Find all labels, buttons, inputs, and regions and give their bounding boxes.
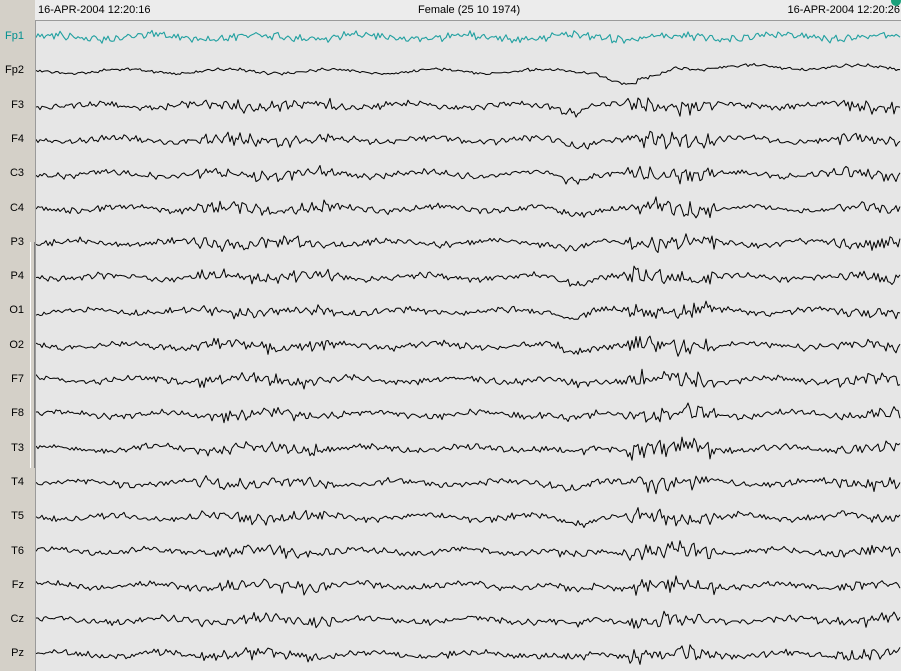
- start-time: 16-APR-2004 12:20:16: [38, 4, 151, 16]
- channel-label-t6[interactable]: T6: [0, 544, 24, 558]
- trace-f7: [36, 368, 901, 390]
- trace-pz: [36, 644, 901, 665]
- trace-t6: [36, 540, 901, 561]
- trace-f4: [36, 130, 901, 150]
- trace-p3: [36, 233, 901, 253]
- trace-fp2: [36, 63, 901, 85]
- channel-label-p4[interactable]: P4: [0, 269, 24, 283]
- trace-o1: [36, 300, 901, 320]
- channel-label-fp1[interactable]: Fp1: [0, 29, 24, 43]
- channel-label-pz[interactable]: Pz: [0, 646, 24, 660]
- channel-label-f3[interactable]: F3: [0, 98, 24, 112]
- channel-label-t3[interactable]: T3: [0, 441, 24, 455]
- channel-scroll-handle[interactable]: [30, 242, 35, 468]
- trace-fp1: [36, 29, 901, 44]
- eeg-viewer: 16-APR-2004 12:20:16 Female (25 10 1974)…: [0, 0, 901, 671]
- channel-label-f4[interactable]: F4: [0, 132, 24, 146]
- end-time: 16-APR-2004 12:20:26: [787, 4, 900, 16]
- channel-label-fp2[interactable]: Fp2: [0, 63, 24, 77]
- eeg-trace-area[interactable]: [36, 21, 901, 671]
- trace-c4: [36, 196, 901, 219]
- time-header: 16-APR-2004 12:20:16 Female (25 10 1974)…: [35, 0, 901, 21]
- trace-o2: [36, 335, 901, 357]
- trace-f3: [36, 97, 901, 118]
- trace-cz: [36, 610, 901, 629]
- trace-p4: [36, 265, 901, 287]
- eeg-traces: [36, 29, 901, 665]
- channel-label-c3[interactable]: C3: [0, 166, 24, 180]
- channel-label-o1[interactable]: O1: [0, 303, 24, 317]
- patient-info: Female (25 10 1974): [418, 4, 521, 16]
- trace-t5: [36, 507, 901, 528]
- channel-label-p3[interactable]: P3: [0, 235, 24, 249]
- channel-label-fz[interactable]: Fz: [0, 578, 24, 592]
- channel-label-t5[interactable]: T5: [0, 509, 24, 523]
- trace-c3: [36, 165, 901, 185]
- channel-label-f7[interactable]: F7: [0, 372, 24, 386]
- channel-label-cz[interactable]: Cz: [0, 612, 24, 626]
- trace-t4: [36, 475, 901, 495]
- trace-t3: [36, 436, 901, 461]
- trace-fz: [36, 575, 901, 596]
- trace-f8: [36, 402, 901, 424]
- channel-label-f8[interactable]: F8: [0, 406, 24, 420]
- channel-label-o2[interactable]: O2: [0, 338, 24, 352]
- channel-label-panel: Fp1 Fp2 F3 F4 C3 C4 P3 P4 O1 O2 F7 F8 T3 T4 T5 T6 Fz Cz Pz: [0, 20, 36, 671]
- channel-label-t4[interactable]: T4: [0, 475, 24, 489]
- channel-label-c4[interactable]: C4: [0, 201, 24, 215]
